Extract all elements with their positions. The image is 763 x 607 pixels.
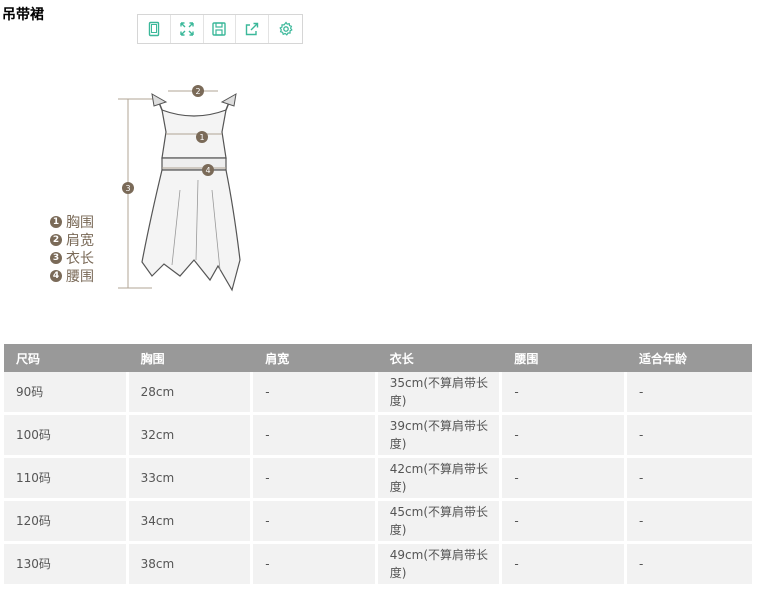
table-header: 尺码 胸围 肩宽 衣长 腰围 适合年龄 [4, 344, 752, 372]
legend-item: 3 衣长 [50, 249, 94, 267]
table-cell: - [626, 372, 752, 415]
marker-1: 1 [196, 131, 208, 143]
legend-item: 1 胸围 [50, 213, 94, 231]
share-icon [246, 22, 259, 36]
tablet-icon [148, 21, 160, 37]
table-cell: - [626, 458, 752, 501]
legend-label: 胸围 [66, 215, 94, 231]
table-cell: 42cm(不算肩带长度) [377, 458, 503, 501]
table-cell: 90码 [4, 372, 129, 415]
table-cell: 130码 [4, 544, 129, 587]
table-cell: - [626, 415, 752, 458]
legend-item: 4 腰围 [50, 267, 94, 285]
expand-icon [179, 22, 194, 36]
legend-number: 2 [50, 234, 62, 246]
table-row: 130码 38cm -49cm(不算肩带长度) - - [4, 544, 752, 587]
header-length: 衣长 [389, 351, 414, 366]
legend-label: 衣长 [66, 251, 94, 267]
table-cell: 120码 [4, 501, 129, 544]
table-cell: 45cm(不算肩带长度) [377, 501, 503, 544]
settings-button[interactable] [269, 15, 302, 43]
table-row: 90码 28cm -35cm(不算肩带长度) - - [4, 372, 752, 415]
measurement-legend: 1 胸围 2 肩宽 3 衣长 4 腰围 [50, 213, 94, 285]
table-cell: - [502, 415, 627, 458]
page-title: 吊带裙 [2, 7, 44, 23]
tablet-view-button[interactable] [138, 15, 171, 43]
table-cell: 39cm(不算肩带长度) [377, 415, 503, 458]
table-cell: 38cm [128, 544, 254, 587]
marker-2: 2 [192, 85, 204, 97]
table-cell: - [626, 501, 752, 544]
table-cell: - [626, 544, 752, 587]
table-cell: - [502, 372, 627, 415]
table-cell: 34cm [128, 501, 254, 544]
gear-icon [278, 21, 293, 36]
table-cell: - [502, 501, 627, 544]
table-cell: 32cm [128, 415, 254, 458]
save-button[interactable] [204, 15, 237, 43]
table-row: 120码 34cm -45cm(不算肩带长度) - - [4, 501, 752, 544]
table-cell: - [253, 458, 378, 501]
legend-label: 腰围 [66, 269, 94, 285]
save-icon [212, 22, 227, 36]
svg-text:4: 4 [205, 166, 210, 175]
table-row: 100码 32cm -39cm(不算肩带长度) - - [4, 415, 752, 458]
svg-text:1: 1 [199, 133, 204, 142]
table-cell: 100码 [4, 415, 129, 458]
marker-4: 4 [202, 164, 214, 176]
table-cell: - [253, 544, 378, 587]
table-cell: - [502, 544, 627, 587]
header-shoulder: 肩宽 [265, 351, 290, 366]
header-waist: 腰围 [514, 351, 539, 366]
legend-item: 2 肩宽 [50, 231, 94, 249]
header-chest: 胸围 [140, 351, 165, 366]
share-button[interactable] [236, 15, 270, 43]
size-table: 尺码 胸围 肩宽 衣长 腰围 适合年龄 90码 28cm -35cm(不算肩带长度)… [4, 344, 752, 587]
table-cell: 28cm [128, 372, 254, 415]
legend-number: 4 [50, 270, 62, 282]
table-cell: 33cm [128, 458, 254, 501]
legend-label: 肩宽 [66, 233, 94, 249]
table-cell: - [253, 415, 378, 458]
table-cell: - [253, 372, 378, 415]
fullscreen-button[interactable] [171, 15, 204, 43]
table-cell: 110码 [4, 458, 129, 501]
table-cell: 49cm(不算肩带长度) [377, 544, 503, 587]
table-cell: 35cm(不算肩带长度) [377, 372, 503, 415]
table-row: 110码 33cm -42cm(不算肩带长度) - - [4, 458, 752, 501]
table-cell: - [502, 458, 627, 501]
image-toolbar [137, 14, 303, 44]
legend-number: 3 [50, 252, 62, 264]
marker-3: 3 [122, 182, 134, 194]
header-size: 尺码 [16, 351, 41, 366]
header-age: 适合年龄 [638, 351, 687, 366]
legend-number: 1 [50, 216, 62, 228]
svg-text:2: 2 [195, 87, 200, 96]
table-cell: - [253, 501, 378, 544]
svg-text:3: 3 [125, 184, 130, 193]
